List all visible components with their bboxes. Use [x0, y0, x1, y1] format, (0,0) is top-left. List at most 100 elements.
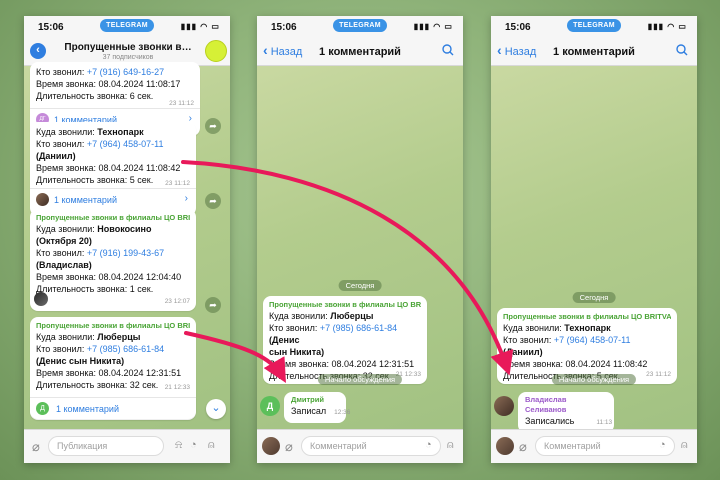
post-source: Пропущенные звонки в филиалы ЦО BRITVA: [36, 213, 190, 222]
date-pill: Сегодня: [572, 292, 616, 303]
comments-link-bar[interactable]: Д 1 комментарий: [30, 397, 196, 419]
input-bar: ⌀ Комментарий ◔ ⍝: [491, 429, 697, 463]
post-source: Пропущенные звонки в филиалы ЦО BRITVA: [36, 321, 190, 330]
comment-input[interactable]: Комментарий: [301, 436, 441, 456]
comments-header: ‹ Назад 1 комментарий: [491, 38, 697, 66]
caller-name: (Владислав): [36, 260, 92, 270]
status-time: 15:06: [271, 22, 297, 33]
comment-time: 11:13: [596, 419, 613, 426]
comment-input[interactable]: Комментарий: [535, 436, 675, 456]
telegram-pill-label: TELEGRAM: [573, 22, 615, 29]
comment-bubble[interactable]: Дмитрий Записал 12:36: [284, 392, 350, 423]
search-icon[interactable]: [676, 44, 688, 56]
page-title: 1 комментарий: [319, 46, 401, 58]
input-bar: ⌀ Публикация ⍾ ◔ ⍝: [24, 429, 230, 463]
call-time-line: Время звонка: 08.04.2024 11:08:42: [36, 163, 181, 173]
channel-title[interactable]: Пропущенные звонки в…: [54, 42, 202, 53]
caller-name: (Даниил): [503, 347, 543, 357]
input-bar: ⌀ Комментарий ◔ ⍝: [257, 429, 463, 463]
attach-icon[interactable]: ⌀: [519, 439, 527, 455]
caller-phone-link[interactable]: +7 (916) 199-43-67: [87, 248, 164, 258]
comment-bubble[interactable]: Владислав Селиванов Записались 11:13: [518, 392, 614, 433]
attach-icon[interactable]: ⌀: [285, 439, 293, 455]
avatar: Д: [36, 402, 49, 415]
call-time-line: Время звонка: 08.04.2024 12:04:40: [36, 272, 182, 282]
status-time: 15:06: [505, 22, 531, 33]
comment-text: Записались: [525, 416, 575, 426]
caller-name: сын Никита): [269, 347, 325, 357]
attach-icon[interactable]: ⌀: [32, 439, 40, 455]
comment-time: 12:36: [334, 409, 351, 416]
back-badge[interactable]: ‹: [30, 43, 46, 59]
caller-name: (Даниил): [36, 151, 76, 161]
channel-avatar[interactable]: [205, 40, 227, 62]
destination-name: Технопарк: [97, 127, 144, 137]
avatar[interactable]: [262, 437, 280, 455]
telegram-pill[interactable]: TELEGRAM: [333, 19, 387, 32]
mic-icon[interactable]: ⍝: [208, 439, 215, 452]
avatar: [36, 193, 49, 206]
search-icon[interactable]: [442, 44, 454, 56]
telegram-pill-label: TELEGRAM: [106, 22, 148, 29]
clock-icon[interactable]: ◔: [425, 439, 432, 451]
caller-phone-link[interactable]: +7 (916) 649-16-27: [87, 67, 164, 77]
destination-name: Люберцы: [97, 332, 141, 342]
comment-author: Владислав Селиванов: [525, 395, 567, 414]
phone-channel-screen: 15:06 TELEGRAM ▮▮▮ ◠ ▭ ‹ Пропущенные зво…: [24, 16, 230, 463]
channel-post-1: Куда звонили: Технопарк Кто звонил: +7 (…: [30, 122, 196, 216]
caller-phone-link[interactable]: +7 (985) 686-61-84: [320, 323, 397, 333]
comments-header: ‹ Назад 1 комментарий: [257, 38, 463, 66]
date-pill: Сегодня: [338, 280, 382, 291]
call-time-line: Время звонка: 08.04.2024 12:31:51: [36, 368, 182, 378]
post-time: 23 12:07: [164, 298, 190, 305]
phone-comments-screen-2: 15:06 TELEGRAM ▮▮▮ ◠ ▭ ‹ Назад 1 коммент…: [491, 16, 697, 463]
caller-phone-link[interactable]: +7 (964) 458-07-11: [554, 335, 631, 345]
avatar: [34, 292, 48, 306]
avatar[interactable]: [496, 437, 514, 455]
caller-name: (Денис сын Никита): [36, 356, 125, 366]
caller-phone-link[interactable]: +7 (985) 686-61-84: [87, 344, 164, 354]
clock-icon[interactable]: ◔: [190, 439, 197, 451]
comment-author: Дмитрий: [291, 395, 324, 404]
status-bar: 15:06 TELEGRAM ▮▮▮ ◠ ▭: [24, 16, 230, 38]
chevron-right-icon: ›: [184, 193, 188, 204]
bell-icon[interactable]: ⍾: [175, 439, 182, 452]
channel-post: Пропущенные звонки в филиалы ЦО BRITVA К…: [263, 296, 427, 384]
caller-line: Кто звонил: +7 (916) 649-16-27: [36, 67, 165, 77]
share-icon[interactable]: ➦: [205, 297, 221, 313]
post-time: 23 11:12: [646, 371, 671, 378]
discussion-start-pill: Начало обсуждения: [551, 374, 637, 385]
signal-wifi-battery-icon: ▮▮▮ ◠ ▭: [647, 22, 687, 31]
signal-wifi-battery-icon: ▮▮▮ ◠ ▭: [180, 22, 220, 31]
channel-subtitle: 37 подписчиков: [102, 54, 154, 61]
caller-phone-link[interactable]: +7 (964) 458-07-11: [87, 139, 164, 149]
avatar: [494, 396, 514, 416]
telegram-pill-label: TELEGRAM: [339, 22, 381, 29]
status-bar: 15:06 TELEGRAM ▮▮▮ ◠ ▭: [257, 16, 463, 38]
call-duration-line: Длительность звонка: 1 сек.: [36, 284, 154, 294]
scroll-down-button[interactable]: ⌄: [206, 399, 226, 419]
clock-icon[interactable]: ◔: [659, 439, 666, 451]
post-time: 21 12:33: [164, 384, 190, 391]
comment-text: Записал: [291, 406, 327, 416]
channel-post: Пропущенные звонки в филиалы ЦО BRITVA К…: [497, 308, 677, 384]
share-icon[interactable]: ➦: [205, 118, 221, 134]
share-icon[interactable]: ➦: [205, 193, 221, 209]
comments-label: 1 комментарий: [56, 404, 119, 414]
chevron-down-icon: ⌄: [211, 402, 221, 414]
signal-wifi-battery-icon: ▮▮▮ ◠ ▭: [413, 22, 453, 31]
telegram-pill[interactable]: TELEGRAM: [567, 19, 621, 32]
comments-link[interactable]: 1 комментарий ›: [30, 188, 196, 208]
destination-name: Люберцы: [330, 311, 374, 321]
post-source: Пропущенные звонки в филиалы ЦО BRITVA: [503, 312, 671, 321]
status-time: 15:06: [38, 22, 64, 33]
destination-name: Технопарк: [564, 323, 611, 333]
publication-input[interactable]: Публикация: [48, 436, 164, 456]
mic-icon[interactable]: ⍝: [447, 439, 454, 452]
mic-icon[interactable]: ⍝: [681, 439, 688, 452]
post-source: Пропущенные звонки в филиалы ЦО BRITVA: [269, 300, 421, 309]
discussion-start-pill: Начало обсуждения: [317, 374, 403, 385]
call-time-line: Время звонка: 08.04.2024 11:08:17: [36, 79, 181, 89]
telegram-pill[interactable]: TELEGRAM: [100, 19, 154, 32]
comments-label: 1 комментарий: [54, 195, 117, 205]
